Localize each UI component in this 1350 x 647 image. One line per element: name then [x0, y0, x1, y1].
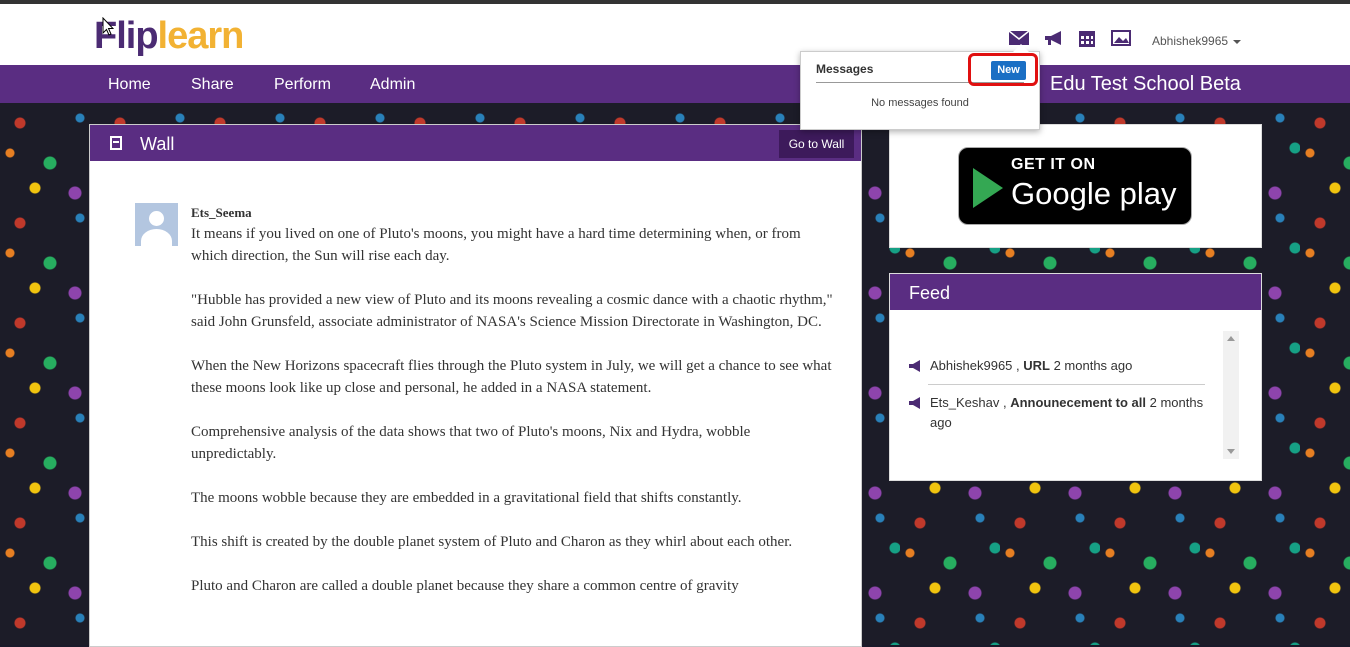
school-name: Edu Test School Beta [1050, 73, 1241, 95]
feed-user[interactable]: Abhishek9965 [930, 358, 1012, 373]
avatar[interactable] [135, 203, 178, 246]
user-name: Abhishek9965 [1152, 34, 1229, 48]
calendar-icon[interactable] [1076, 28, 1098, 48]
feed-sep: , [999, 395, 1011, 410]
megaphone-icon [909, 397, 920, 409]
google-play-small: GET IT ON [1011, 156, 1096, 173]
mouse-cursor-icon [102, 17, 114, 36]
feed-item[interactable]: Abhishek9965 , URL 2 months ago [909, 356, 1205, 376]
post-body: It means if you lived on one of Pluto's … [191, 223, 836, 619]
go-to-wall-button[interactable]: Go to Wall [779, 130, 854, 158]
post-paragraph: The moons wobble because they are embedd… [191, 490, 742, 506]
logo-part2: learn [157, 15, 245, 57]
feed-sep: , [1012, 358, 1024, 373]
post-paragraph: Pluto and Charon are called a double pla… [191, 578, 739, 594]
google-play-big: Google play [1011, 176, 1177, 211]
nav-perform[interactable]: Perform [274, 76, 331, 94]
feed-item[interactable]: Ets_Keshav , Announecement to all 2 mont… [909, 393, 1205, 433]
play-store-icon [973, 168, 1003, 208]
main-nav: Home Share Perform Admin Edu Test School… [0, 65, 1350, 103]
feed-user[interactable]: Ets_Keshav [930, 395, 999, 410]
feed-time: 2 months ago [1049, 358, 1133, 373]
feed-header: Feed [890, 274, 1261, 310]
user-menu[interactable]: Abhishek9965 [1152, 34, 1242, 48]
feed-panel: Feed Abhishek9965 , URL 2 months ago Ets… [889, 273, 1262, 481]
scroll-down-icon[interactable] [1227, 449, 1235, 454]
post-paragraph: "Hubble has provided a new view of Pluto… [191, 292, 833, 330]
notebook-icon [110, 136, 122, 150]
google-play-panel: GET IT ON Google play [889, 124, 1262, 248]
post-paragraph: When the New Horizons spacecraft flies t… [191, 358, 832, 396]
post-paragraph: This shift is created by the double plan… [191, 534, 793, 550]
caret-down-icon [1233, 39, 1242, 44]
post-paragraph: Comprehensive analysis of the data shows… [191, 424, 751, 462]
logo[interactable]: Fliplearn [94, 15, 245, 57]
wall-title: Wall [140, 134, 175, 154]
wall-panel: Wall Go to Wall Ets_Seema It means if yo… [89, 124, 862, 647]
post-paragraph: It means if you lived on one of Pluto's … [191, 226, 801, 264]
feed-type: Announecement to all [1010, 395, 1147, 410]
highlight-annotation [968, 53, 1038, 86]
dropdown-arrow [1013, 44, 1029, 52]
google-play-badge[interactable]: GET IT ON Google play [958, 147, 1192, 225]
nav-home[interactable]: Home [108, 76, 151, 94]
feed-title: Feed [909, 283, 951, 303]
post-author[interactable]: Ets_Seema [191, 205, 252, 221]
wall-header: Wall Go to Wall [90, 125, 861, 161]
messages-empty-text: No messages found [871, 97, 969, 109]
nav-share[interactable]: Share [191, 76, 234, 94]
feed-type: URL [1023, 358, 1050, 373]
megaphone-icon [909, 360, 920, 372]
messages-title: Messages [816, 62, 874, 76]
nav-admin[interactable]: Admin [370, 76, 415, 94]
megaphone-icon[interactable] [1043, 28, 1065, 48]
feed-scrollbar[interactable] [1223, 331, 1239, 459]
feed-divider [928, 384, 1205, 385]
header: Fliplearn Abhishek9965 [0, 4, 1350, 65]
scroll-up-icon[interactable] [1227, 336, 1235, 341]
image-icon[interactable] [1110, 28, 1132, 48]
